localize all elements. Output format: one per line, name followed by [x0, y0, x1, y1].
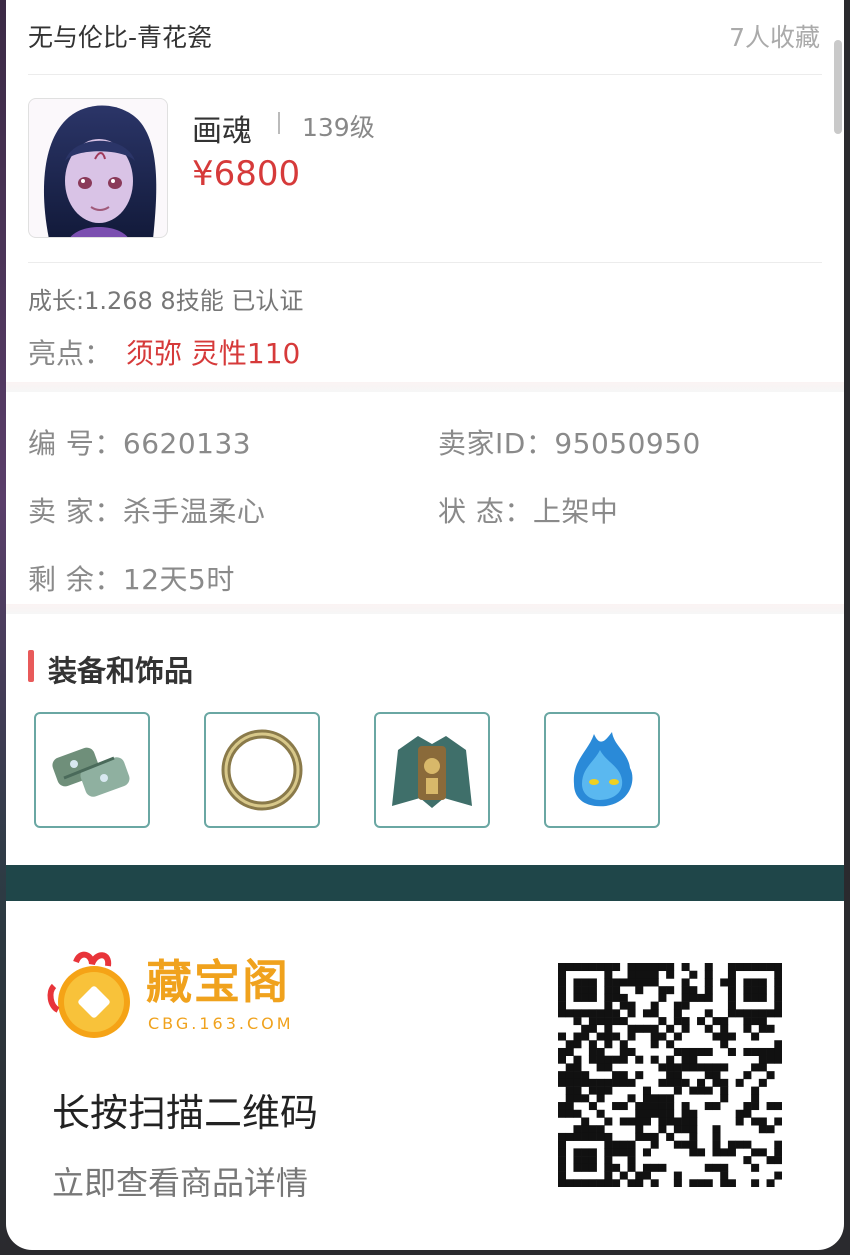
- bracer-icon: [52, 747, 130, 797]
- blue-flame-icon: [573, 732, 633, 807]
- ring-icon: [221, 729, 303, 811]
- id-value: 6620133: [122, 427, 252, 460]
- card-header: 无与伦比-青花瓷 7人收藏: [6, 0, 844, 74]
- seller-id-label: 卖家ID：: [438, 427, 555, 460]
- remaining-value: 12天5时: [122, 563, 235, 596]
- id-label: 编 号：: [28, 427, 123, 460]
- status-value: 上架中: [532, 495, 619, 528]
- separator: [278, 112, 280, 134]
- view-details-text: 立即查看商品详情: [52, 1164, 309, 1202]
- listing-card: 无与伦比-青花瓷 7人收藏 画魂 139级 ¥6800 成长:1.268 8技能…: [6, 0, 844, 1250]
- growth-line: 成长:1.268 8技能 已认证: [28, 287, 304, 315]
- section-accent-bar: [28, 650, 34, 682]
- equipment-slot-2[interactable]: [204, 712, 320, 828]
- logo-url: CBG.163.COM: [148, 1014, 294, 1033]
- status-row: 状 态：上架中: [438, 490, 618, 530]
- section-band: [6, 604, 844, 614]
- server-title: 无与伦比-青花瓷: [28, 23, 213, 52]
- seller-value: 杀手温柔心: [122, 495, 266, 528]
- pet-name: 画魂: [192, 114, 252, 149]
- remaining-label: 剩 余：: [28, 563, 123, 596]
- favorites-count[interactable]: 7人收藏: [729, 18, 820, 54]
- pet-level: 139级: [302, 113, 375, 142]
- equipment-slot-3[interactable]: [374, 712, 490, 828]
- seller-label: 卖 家：: [28, 495, 123, 528]
- logo-title: 藏宝阁: [146, 955, 290, 1009]
- remaining-row: 剩 余：12天5时: [28, 558, 235, 598]
- equipment-slot-4[interactable]: [544, 712, 660, 828]
- equipment-title: 装备和饰品: [48, 654, 194, 688]
- qr-code-icon: [558, 963, 783, 1188]
- seller-id-value: 95050950: [554, 427, 701, 460]
- highlight-label: 亮点：: [28, 337, 113, 370]
- pet-portrait-icon: [43, 105, 157, 237]
- armor-icon: [392, 736, 472, 808]
- seller-row: 卖 家：杀手温柔心: [28, 490, 265, 530]
- pet-price: ¥6800: [192, 154, 301, 194]
- divider: [28, 262, 822, 263]
- cbg-logo: 藏宝阁 CBG.163.COM: [46, 944, 346, 1044]
- id-row: 编 号：6620133: [28, 422, 251, 462]
- highlight-value: 须弥 灵性110: [126, 337, 301, 370]
- pet-avatar[interactable]: [28, 98, 168, 238]
- status-label: 状 态：: [438, 495, 533, 528]
- section-band: [6, 382, 844, 392]
- scan-instruction: 长按扫描二维码: [52, 1091, 319, 1135]
- equipment-slot-1[interactable]: [34, 712, 150, 828]
- qr-code[interactable]: [558, 963, 783, 1188]
- seller-id-row: 卖家ID：95050950: [438, 422, 701, 462]
- divider: [28, 74, 822, 75]
- divider-bar: [6, 865, 844, 901]
- lucky-bag-icon: [47, 951, 130, 1038]
